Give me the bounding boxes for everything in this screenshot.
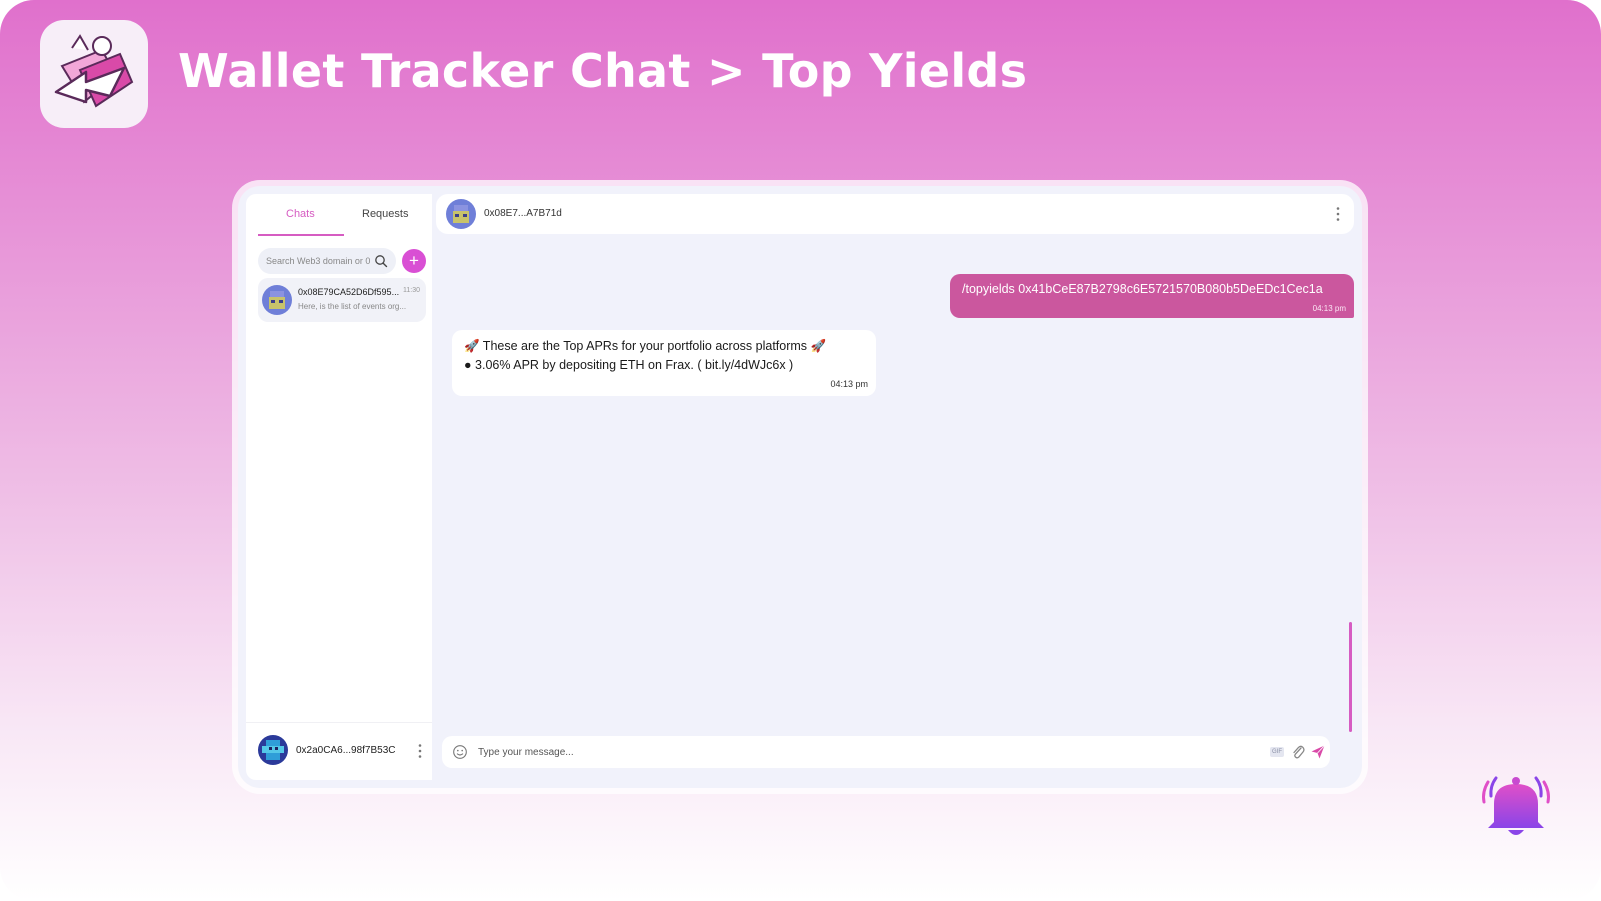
chat-item-time: 11:30 — [403, 287, 420, 294]
new-chat-button[interactable]: + — [402, 249, 426, 273]
contact-avatar[interactable] — [446, 199, 476, 229]
chat-panel: 0x08E7...A7B71d /topyields 0x41bCeE87B27… — [436, 194, 1354, 780]
gif-icon[interactable]: GIF — [1270, 747, 1284, 757]
message-text: ● 3.06% APR by depositing ETH on Frax. (… — [464, 358, 794, 372]
page: Wallet Tracker Chat > Top Yields Chats R… — [0, 0, 1601, 901]
more-vertical-icon[interactable] — [418, 743, 422, 759]
chat-list-item[interactable]: 0x08E79CA52D6Df595... 11:30 Here, is the… — [258, 278, 426, 322]
emoji-icon[interactable] — [452, 744, 468, 760]
message-input[interactable] — [478, 743, 1178, 761]
contact-address: 0x08E7...A7B71d — [484, 208, 562, 219]
chat-item-name: 0x08E79CA52D6Df595... — [298, 287, 400, 297]
notification-bell-icon — [1482, 776, 1550, 835]
more-vertical-icon[interactable] — [1336, 206, 1340, 222]
chat-header: 0x08E7...A7B71d — [436, 194, 1354, 234]
message-time: 04:13 pm — [830, 379, 868, 389]
search-input[interactable] — [266, 253, 370, 269]
message-time: 04:13 pm — [1312, 304, 1346, 313]
search-icon[interactable] — [374, 254, 388, 268]
user-avatar[interactable] — [258, 735, 288, 765]
paperclip-icon[interactable] — [1290, 743, 1306, 761]
message-text: /topyields 0x41bCeE87B2798c6E5721570B080… — [962, 282, 1323, 296]
message-text: 🚀 These are the Top APRs for your portfo… — [464, 339, 827, 353]
send-icon[interactable] — [1310, 744, 1326, 760]
page-title: Wallet Tracker Chat > Top Yields — [178, 44, 1028, 98]
active-tab-indicator — [258, 234, 344, 236]
search-box — [258, 248, 396, 274]
app-logo — [40, 20, 148, 128]
chat-item-preview: Here, is the list of events org... — [298, 302, 407, 311]
sent-message: /topyields 0x41bCeE87B2798c6E5721570B080… — [950, 274, 1354, 318]
scrollbar[interactable] — [1349, 622, 1352, 732]
app-window: Chats Requests + — [238, 186, 1362, 788]
received-message: 🚀 These are the Top APRs for your portfo… — [452, 330, 876, 396]
sidebar-footer: 0x2a0CA6...98f7B53C — [246, 722, 432, 779]
sidebar: Chats Requests + — [246, 194, 432, 780]
sidebar-tabs: Chats Requests — [258, 208, 426, 238]
user-wallet-address: 0x2a0CA6...98f7B53C — [296, 745, 396, 756]
plus-icon: + — [409, 251, 419, 270]
tab-requests[interactable]: Requests — [362, 208, 408, 220]
tab-chats[interactable]: Chats — [286, 208, 315, 220]
avatar — [262, 285, 292, 315]
message-composer: GIF — [442, 736, 1330, 768]
